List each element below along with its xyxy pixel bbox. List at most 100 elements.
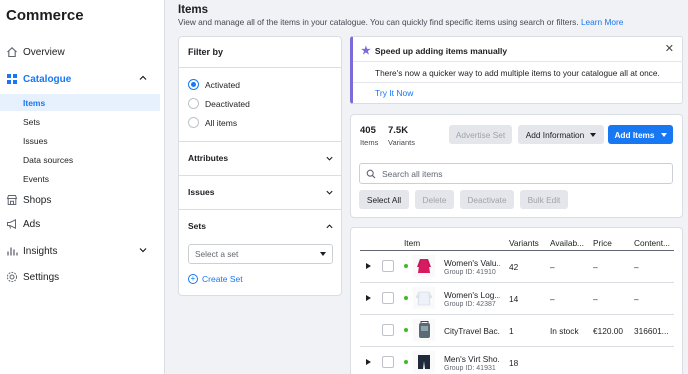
search-icon bbox=[366, 169, 376, 179]
sidebar-sub-events[interactable]: Events bbox=[0, 170, 160, 187]
filter-option-all-items[interactable]: All items bbox=[188, 117, 237, 128]
search-placeholder: Search all items bbox=[382, 168, 443, 179]
items-stat: 405 Items bbox=[360, 125, 378, 147]
add-information-button[interactable]: Add Information bbox=[518, 125, 604, 144]
sidebar-item-ads[interactable]: Ads bbox=[0, 215, 160, 233]
sidebar-sub-items[interactable]: Items bbox=[0, 94, 160, 111]
notice-title-text: Speed up adding items manually bbox=[374, 45, 508, 56]
sidebar-item-shops[interactable]: Shops bbox=[0, 191, 160, 209]
sidebar-item-insights[interactable]: Insights bbox=[0, 242, 160, 260]
filter-title: Filter by bbox=[188, 47, 224, 57]
sidebar-sub-data-sources[interactable]: Data sources bbox=[0, 151, 160, 168]
advertise-set-button[interactable]: Advertise Set bbox=[449, 125, 512, 144]
item-price: €120.00 bbox=[593, 326, 623, 336]
section-label: Issues bbox=[188, 187, 215, 197]
sidebar-item-settings[interactable]: Settings bbox=[0, 268, 160, 286]
row-checkbox[interactable] bbox=[382, 356, 394, 368]
product-thumbnail bbox=[413, 351, 435, 373]
item-name[interactable]: Women's Log... bbox=[444, 290, 500, 300]
chevron-up-icon[interactable] bbox=[138, 73, 148, 83]
sidebar-item-label: Catalogue bbox=[23, 73, 72, 85]
bulk-edit-button[interactable]: Bulk Edit bbox=[520, 190, 568, 209]
divider bbox=[179, 67, 341, 68]
item-variants: 14 bbox=[509, 294, 519, 304]
chevron-down-icon[interactable] bbox=[138, 245, 148, 255]
item-availability: – bbox=[550, 262, 555, 272]
sidebar-item-label: Settings bbox=[23, 271, 60, 283]
expand-arrow-icon[interactable] bbox=[366, 359, 371, 365]
deactivate-button[interactable]: Deactivate bbox=[460, 190, 514, 209]
add-items-label: Add Items bbox=[614, 129, 655, 140]
row-checkbox[interactable] bbox=[382, 292, 394, 304]
page-description-text: View and manage all of the items in your… bbox=[178, 17, 579, 27]
expand-arrow-icon[interactable] bbox=[366, 263, 371, 269]
sidebar-sub-sets[interactable]: Sets bbox=[0, 113, 160, 130]
sidebar-item-label: Insights bbox=[23, 245, 58, 257]
item-variants: 1 bbox=[509, 326, 514, 336]
items-table: Item Variants Availab... Price Content..… bbox=[350, 227, 683, 374]
filter-option-activated[interactable]: Activated bbox=[188, 79, 240, 90]
item-variants: 42 bbox=[509, 262, 519, 272]
item-name[interactable]: CityTravel Bac... bbox=[444, 326, 500, 336]
item-content: 316601... bbox=[634, 326, 669, 336]
expand-arrow-icon[interactable] bbox=[366, 295, 371, 301]
column-header-variants[interactable]: Variants bbox=[509, 238, 539, 248]
table-row[interactable]: Women's Valu... Group ID: 41910 42 – – – bbox=[351, 251, 682, 283]
row-checkbox[interactable] bbox=[382, 260, 394, 272]
search-input[interactable]: Search all items bbox=[359, 163, 673, 184]
page-title: Items bbox=[178, 4, 209, 16]
sidebar-item-overview[interactable]: Overview bbox=[0, 43, 160, 61]
close-icon[interactable]: ✕ bbox=[665, 42, 674, 55]
create-set-link[interactable]: + Create Set bbox=[188, 274, 243, 284]
notice-body: There's now a quicker way to add multipl… bbox=[375, 68, 660, 78]
status-dot bbox=[404, 296, 408, 300]
sidebar-item-label: Overview bbox=[23, 46, 65, 58]
app-title: Commerce bbox=[6, 7, 84, 24]
divider bbox=[179, 175, 341, 176]
radio-button[interactable] bbox=[188, 117, 199, 128]
item-group-id: Group ID: 42387 bbox=[444, 301, 496, 308]
set-select-value: Select a set bbox=[195, 249, 239, 259]
sidebar-sub-issues[interactable]: Issues bbox=[0, 132, 160, 149]
item-name[interactable]: Men's Virt Sho... bbox=[444, 354, 500, 364]
chevron-down-icon bbox=[326, 156, 333, 161]
delete-button[interactable]: Delete bbox=[415, 190, 454, 209]
filter-section-sets[interactable]: Sets bbox=[188, 219, 334, 233]
filter-option-deactivated[interactable]: Deactivated bbox=[188, 98, 250, 109]
divider bbox=[353, 61, 683, 62]
table-row[interactable]: Women's Log... Group ID: 42387 14 – – – bbox=[351, 283, 682, 315]
product-thumbnail bbox=[413, 287, 435, 309]
caret-down-icon bbox=[590, 132, 597, 137]
row-checkbox[interactable] bbox=[382, 324, 394, 336]
table-row[interactable]: CityTravel Bac... 1 In stock €120.00 316… bbox=[351, 315, 682, 347]
try-it-now-link[interactable]: Try It Now bbox=[375, 88, 413, 98]
column-header-price[interactable]: Price bbox=[593, 238, 612, 248]
radio-label: Deactivated bbox=[205, 98, 250, 109]
star-icon: ★ bbox=[361, 45, 371, 57]
set-select[interactable]: Select a set bbox=[188, 244, 333, 264]
sidebar-item-label: Ads bbox=[23, 218, 41, 230]
radio-button[interactable] bbox=[188, 98, 199, 109]
column-header-availability[interactable]: Availab... bbox=[550, 238, 584, 248]
column-header-content[interactable]: Content... bbox=[634, 238, 670, 248]
bar-chart-icon bbox=[6, 245, 18, 257]
table-row[interactable]: Men's Virt Sho... Group ID: 41931 18 bbox=[351, 347, 682, 374]
column-header-item[interactable]: Item bbox=[404, 238, 420, 248]
items-label: Items bbox=[360, 138, 379, 147]
filter-section-issues[interactable]: Issues bbox=[188, 185, 334, 199]
variants-stat: 7.5K Variants bbox=[388, 125, 415, 147]
select-all-button[interactable]: Select All bbox=[359, 190, 409, 209]
radio-button[interactable] bbox=[188, 79, 199, 90]
filter-section-attributes[interactable]: Attributes bbox=[188, 151, 334, 165]
sidebar: Commerce Overview Catalogue Items Sets I… bbox=[0, 0, 165, 374]
learn-more-link[interactable]: Learn More bbox=[581, 17, 623, 27]
item-name[interactable]: Women's Valu... bbox=[444, 258, 500, 268]
caret-down-icon bbox=[320, 252, 326, 256]
item-price: – bbox=[593, 262, 598, 272]
status-dot bbox=[404, 264, 408, 268]
add-items-button[interactable]: Add Items bbox=[608, 125, 673, 144]
filter-panel: Filter by Activated Deactivated All item… bbox=[178, 36, 342, 296]
sidebar-item-catalogue[interactable]: Catalogue bbox=[0, 70, 160, 88]
item-group-id: Group ID: 41931 bbox=[444, 365, 496, 372]
page-description: View and manage all of the items in your… bbox=[178, 17, 623, 27]
